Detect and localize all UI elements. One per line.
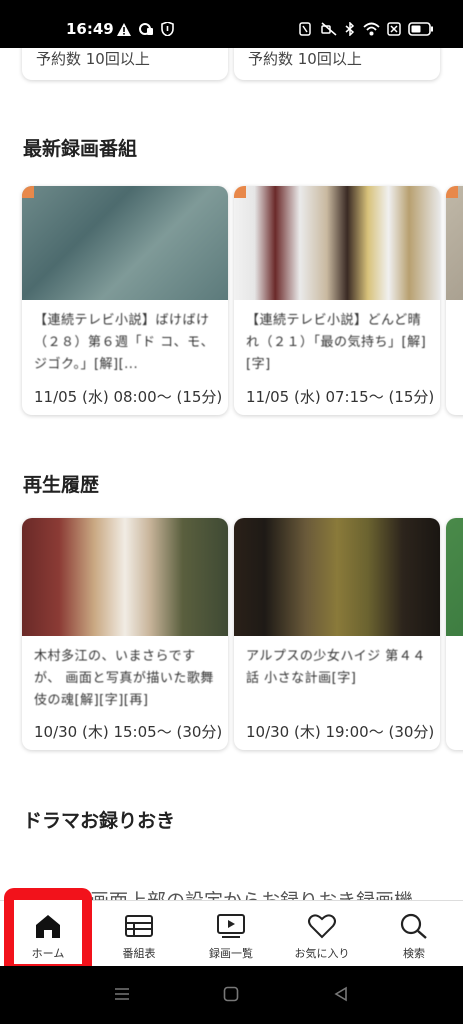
section-title-latest-recordings: 最新録画番組 [23,138,138,160]
program-thumbnail [22,518,228,636]
lock-ring-icon [139,22,154,36]
program-thumbnail [446,518,463,636]
system-navigation-bar [0,966,463,1024]
program-thumbnail [234,518,440,636]
nav-search[interactable]: 検索 [369,900,459,966]
section-title-history: 再生履歴 [23,474,100,496]
recording-card[interactable]: 【連続テレビ小説】ばけばけ（２８）第６週「ド コ、モ、ジゴク。」[解][... … [22,186,228,415]
wifi-icon [363,22,380,36]
program-datetime: 10/30 (木) 19:00〜 (30分) [246,723,435,741]
program-title: 木村多江の、いまさらですが、 画面と写真が描いた歌舞伎の魂[解][字][再] [34,649,214,708]
history-card[interactable]: 木村多江の、いまさらですが、 画面と写真が描いた歌舞伎の魂[解][字][再] 1… [22,518,228,750]
close-box-icon [387,22,401,36]
shield-icon [161,22,174,36]
recording-card[interactable]: 【連続テレビ小説】どんど晴れ（２１）「最の気持ち」[解][字] 11/05 (水… [234,186,440,415]
nav-program-guide-label: 番組表 [122,947,156,960]
new-badge [446,186,458,198]
bluetooth-icon [345,22,355,36]
nav-search-label: 検索 [403,947,425,960]
program-thumbnail [234,186,440,300]
nav-home-label: ホーム [31,947,65,960]
recordings-icon [217,914,245,938]
program-datetime: 11/05 (水) 08:00〜 (15分) [34,388,223,406]
nav-recordings-label: 録画一覧 [209,947,253,960]
reserved-program-card[interactable]: 予約数 10回以上 [234,48,440,80]
new-badge [22,186,34,198]
nfc-icon [299,22,311,36]
nav-favorites[interactable]: お気に入り [277,900,367,966]
search-icon [400,913,427,939]
recording-card[interactable] [446,186,463,415]
program-datetime: 10/30 (木) 15:05〜 (30分) [34,723,223,741]
heart-icon [308,914,336,939]
history-card[interactable]: アルプスの少女ハイジ 第４４話 小さな計画[字] 10/30 (木) 19:00… [234,518,440,750]
drama-info-text: 画面上部の設定からお録りおき録画機 [90,886,413,900]
status-time: 16:49 [66,20,114,38]
new-badge [234,186,246,198]
home-icon [36,915,60,938]
home-content[interactable]: 予約数 10回以上 予約数 10回以上 最新録画番組 【連続テレビ小説】ばけばけ… [0,48,463,900]
program-title: 【連続テレビ小説】どんど晴れ（２１）「最の気持ち」[解][字] [246,313,427,372]
home-circle-icon[interactable] [223,986,239,1006]
program-thumbnail [446,186,463,300]
mute-icon [321,22,337,36]
section-title-drama: ドラマお録りおき [23,810,176,832]
reserved-program-card[interactable]: 予約数 10回以上 [22,48,228,80]
program-guide-icon [125,915,153,937]
reservation-count: 予約数 10回以上 [36,50,150,68]
nav-program-guide[interactable]: 番組表 [94,900,184,966]
history-card[interactable] [446,518,463,750]
status-bar: 16:49 [0,0,463,48]
warning-icon [117,22,131,36]
back-icon[interactable] [333,986,349,1006]
nav-recordings[interactable]: 録画一覧 [186,900,276,966]
nav-home[interactable]: ホーム [3,900,93,966]
battery-icon [408,22,434,36]
program-thumbnail [22,186,228,300]
reservation-count: 予約数 10回以上 [248,50,362,68]
program-title: 【連続テレビ小説】ばけばけ（２８）第６週「ド コ、モ、ジゴク。」[解][... [34,313,215,372]
nav-favorites-label: お気に入り [294,947,350,960]
program-datetime: 11/05 (水) 07:15〜 (15分) [246,388,435,406]
program-title: アルプスの少女ハイジ 第４４話 小さな計画[字] [246,649,426,686]
menu-icon[interactable] [114,986,130,1005]
